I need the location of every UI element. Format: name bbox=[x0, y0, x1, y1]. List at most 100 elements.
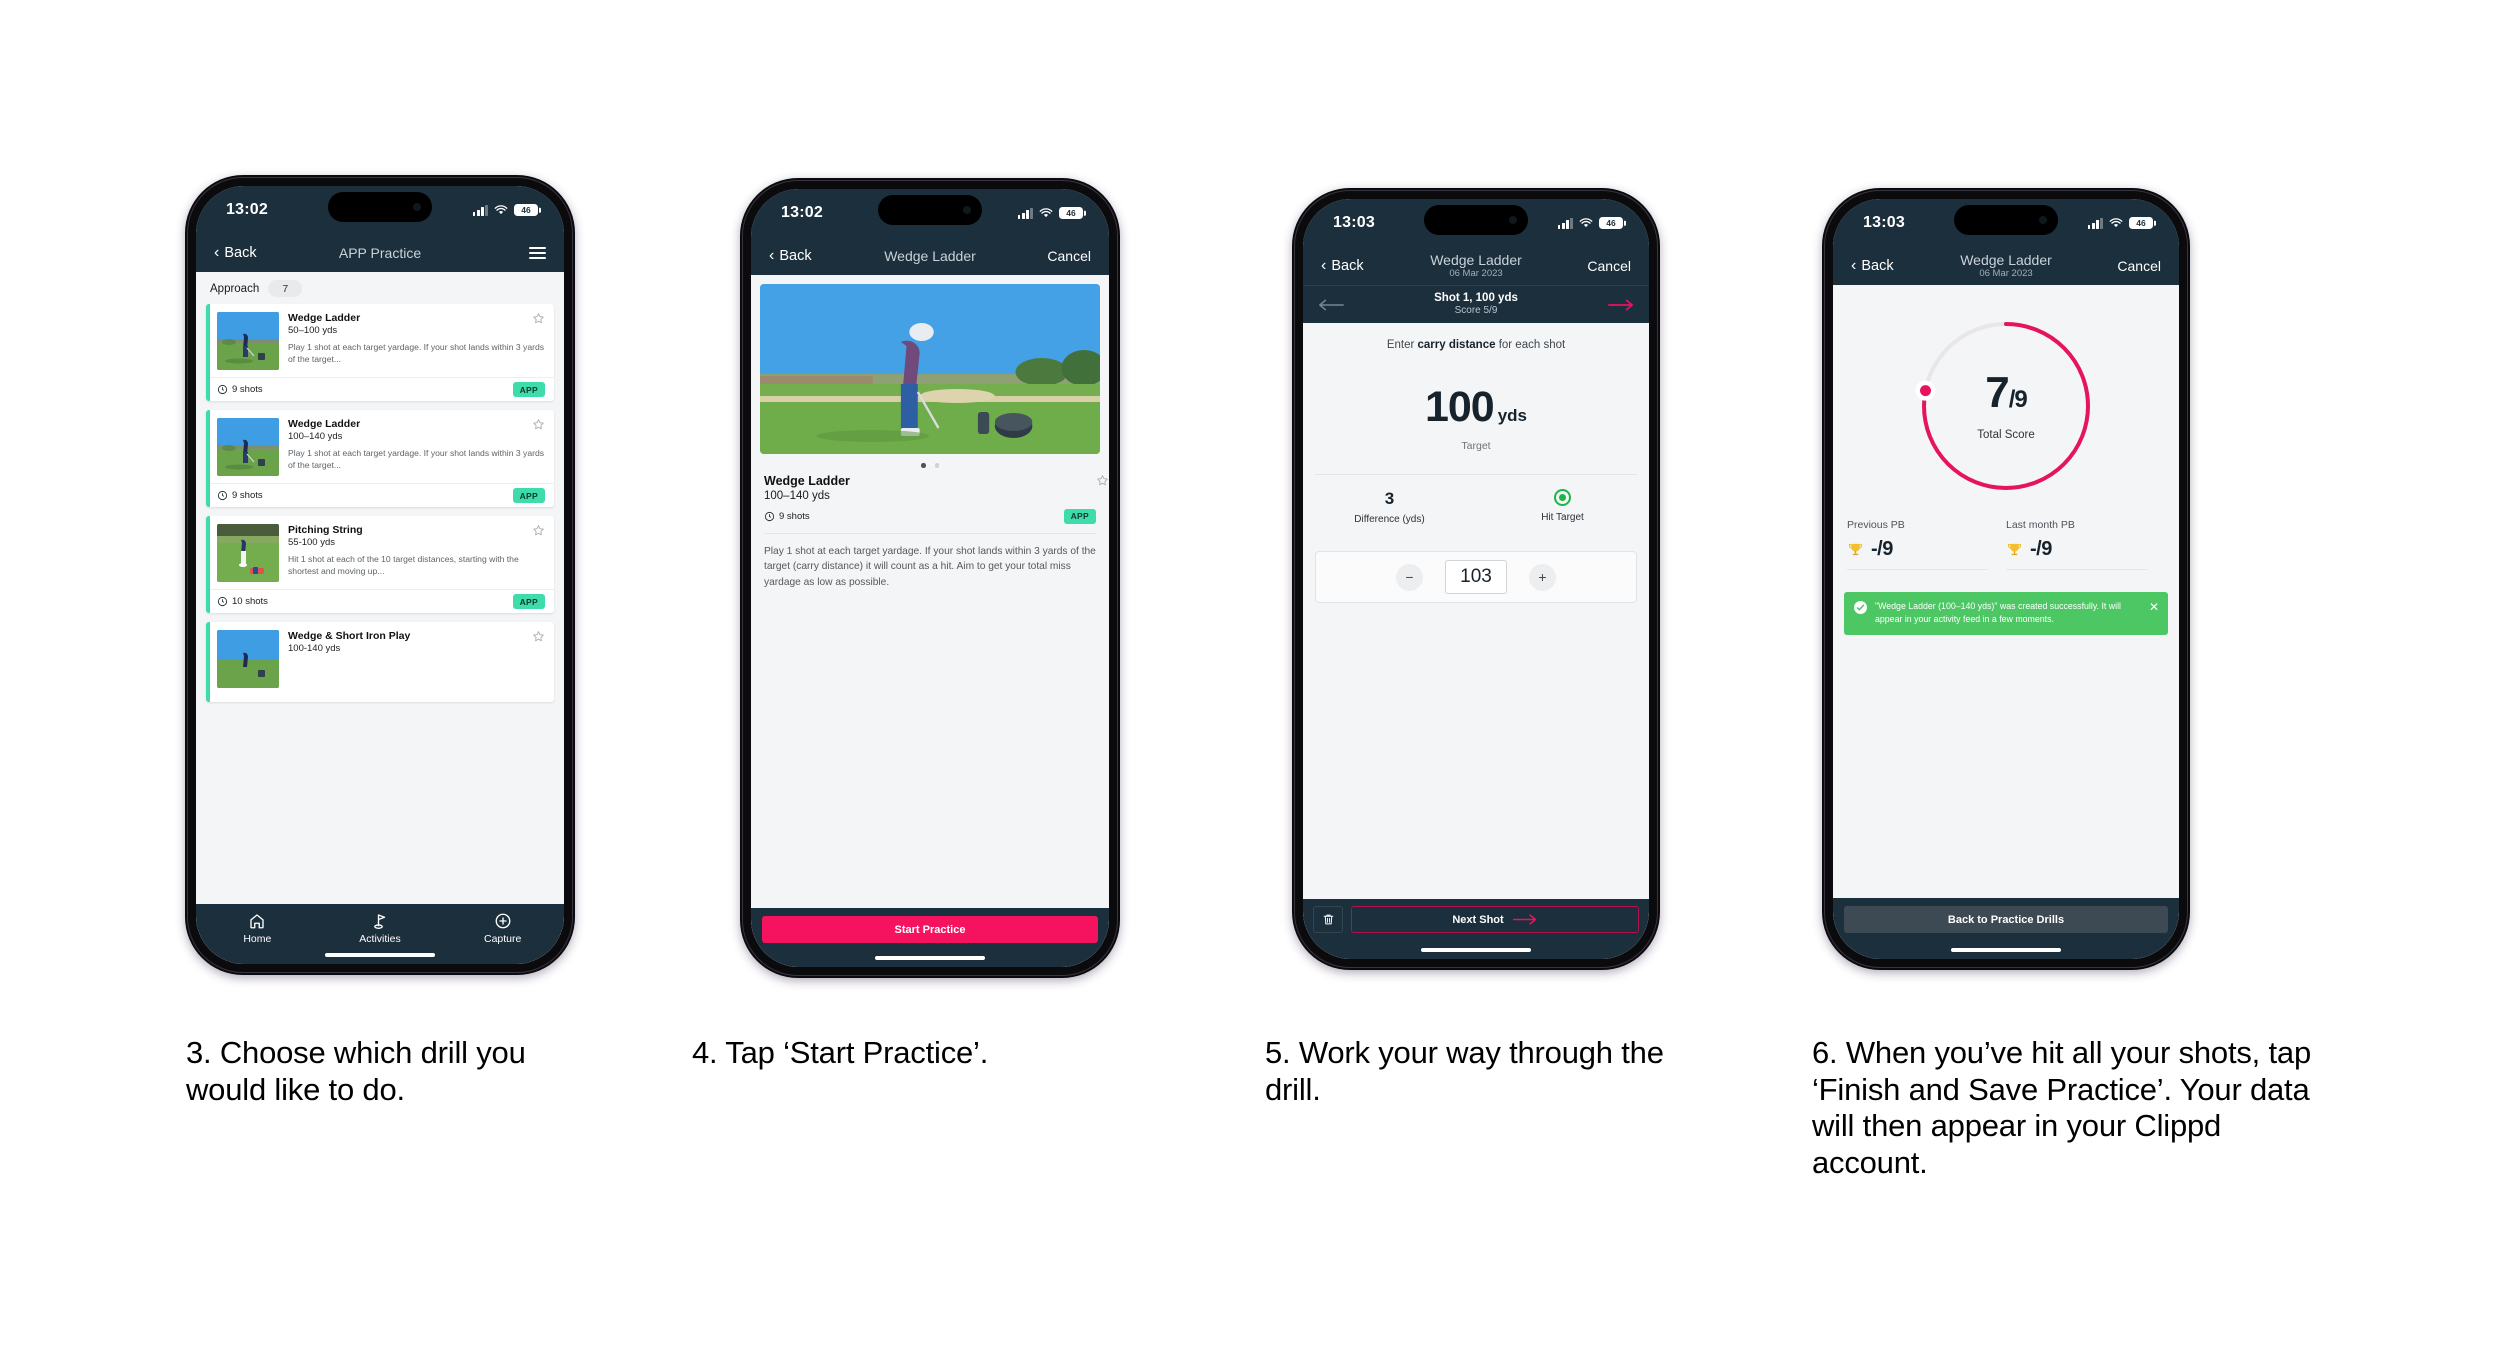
difference-value: 3 bbox=[1384, 489, 1395, 508]
result-footer: Back to Practice Drills bbox=[1833, 898, 2179, 933]
status-time: 13:03 bbox=[1863, 214, 1905, 231]
back-button[interactable]: ‹ Back bbox=[214, 244, 257, 262]
phone-3-screen: 13:03 46 ‹ Back Wedge Ladder 06 Mar 2023… bbox=[1303, 199, 1649, 959]
drill-hero-image[interactable] bbox=[760, 284, 1100, 454]
back-label: Back bbox=[1331, 258, 1364, 274]
home-indicator bbox=[325, 953, 435, 957]
caption-step-6: 6. When you’ve hit all your shots, tap ‘… bbox=[1812, 1035, 2311, 1180]
list-item[interactable]: Wedge & Short Iron Play 100-140 yds bbox=[206, 622, 554, 702]
carry-distance-stepper: − 103 + bbox=[1315, 551, 1637, 603]
caption-step-5: 5. Work your way through the drill. bbox=[1265, 1035, 1664, 1107]
session-date: 06 Mar 2023 bbox=[1979, 267, 2033, 279]
cellular-signal-icon bbox=[2087, 217, 2103, 229]
carry-distance-input[interactable]: 103 bbox=[1445, 560, 1507, 594]
tab-activities[interactable]: Activities bbox=[319, 912, 442, 945]
tab-label: Capture bbox=[484, 933, 522, 945]
nav-bar: ‹ Back APP Practice bbox=[196, 234, 564, 272]
status-bar: 13:02 46 bbox=[751, 189, 1109, 237]
status-bar: 13:03 46 bbox=[1833, 199, 2179, 247]
back-button[interactable]: ‹ Back bbox=[1321, 258, 1364, 275]
page-title: Wedge Ladder bbox=[884, 247, 976, 264]
next-shot-arrow-icon[interactable] bbox=[1607, 298, 1635, 312]
status-badge: APP bbox=[512, 594, 545, 609]
drill-range: 55-100 yds bbox=[288, 537, 336, 548]
previous-shot-arrow-icon[interactable] bbox=[1317, 298, 1345, 312]
session-title: Wedge Ladder bbox=[1960, 252, 2052, 269]
increment-button[interactable]: + bbox=[1529, 563, 1556, 591]
hit-target-stat: Hit Target bbox=[1476, 489, 1649, 525]
next-shot-label: Next Shot bbox=[1452, 913, 1504, 926]
drill-description: Hit 1 shot at each of the 10 target dist… bbox=[288, 554, 519, 577]
drill-list: Wedge Ladder 50–100 yds Play 1 shot at e… bbox=[196, 304, 564, 702]
target-value: 100 bbox=[1424, 383, 1495, 431]
drill-range: 100–140 yds bbox=[288, 431, 343, 442]
favorite-star-icon[interactable] bbox=[1096, 474, 1109, 487]
delete-shot-button[interactable] bbox=[1313, 906, 1343, 933]
close-icon[interactable]: ✕ bbox=[2149, 601, 2159, 613]
list-item[interactable]: Wedge Ladder 50–100 yds Play 1 shot at e… bbox=[206, 304, 554, 401]
tab-home[interactable]: Home bbox=[196, 912, 319, 945]
favorite-star-icon[interactable] bbox=[532, 524, 545, 537]
drill-title: Wedge Ladder bbox=[288, 418, 361, 430]
tab-capture[interactable]: Capture bbox=[441, 912, 564, 945]
pb-value-row: -/9 bbox=[1847, 538, 2006, 561]
next-shot-button[interactable]: Next Shot bbox=[1351, 906, 1639, 933]
filter-count-badge[interactable]: 7 bbox=[268, 280, 303, 297]
drill-description: Play 1 shot at each target yardage. If y… bbox=[764, 545, 1096, 589]
shot-title: Shot 1, 100 yds bbox=[1434, 291, 1518, 304]
tab-label: Home bbox=[243, 933, 272, 945]
wifi-icon bbox=[2109, 217, 2123, 229]
back-label: Back bbox=[779, 248, 812, 264]
back-button[interactable]: ‹ Back bbox=[1851, 258, 1894, 275]
battery-indicator: 46 bbox=[1059, 206, 1083, 220]
phone-3-body: Enter carry distance for each shot 100 yd… bbox=[1303, 323, 1649, 959]
battery-indicator: 46 bbox=[1599, 216, 1623, 230]
wifi-icon bbox=[494, 204, 508, 216]
favorite-star-icon[interactable] bbox=[532, 630, 545, 643]
session-date: 06 Mar 2023 bbox=[1449, 267, 1503, 279]
status-time: 13:02 bbox=[226, 201, 268, 218]
drill-header: Wedge Ladder 100–140 yds 9 shots APP bbox=[751, 474, 1109, 524]
phone-2-body: Wedge Ladder 100–140 yds 9 shots APP Pla… bbox=[751, 275, 1109, 967]
decrement-button[interactable]: − bbox=[1396, 563, 1423, 591]
carousel-dots[interactable] bbox=[751, 454, 1109, 474]
drill-title: Wedge Ladder bbox=[288, 312, 361, 324]
shot-stats: 3 Difference (yds) Hit Target bbox=[1303, 475, 1649, 525]
cancel-button[interactable]: Cancel bbox=[1587, 258, 1631, 274]
home-indicator bbox=[1951, 948, 2061, 952]
target-unit: yds bbox=[1497, 406, 1528, 425]
home-indicator bbox=[875, 956, 985, 960]
status-time: 13:03 bbox=[1333, 214, 1375, 231]
status-bar: 13:03 46 bbox=[1303, 199, 1649, 247]
back-button[interactable]: ‹ Back bbox=[769, 248, 812, 265]
status-time: 13:02 bbox=[781, 204, 823, 221]
dynamic-island bbox=[328, 192, 432, 222]
difference-stat: 3 Difference (yds) bbox=[1303, 489, 1476, 525]
arrow-right-icon bbox=[1512, 914, 1536, 925]
favorite-star-icon[interactable] bbox=[532, 312, 545, 325]
drill-thumbnail bbox=[217, 524, 279, 582]
back-to-practice-drills-button[interactable]: Back to Practice Drills bbox=[1844, 906, 2168, 933]
dynamic-island bbox=[878, 195, 982, 225]
drill-range: 100-140 yds bbox=[288, 643, 341, 654]
filter-label: Approach bbox=[210, 282, 260, 295]
difference-label: Difference (yds) bbox=[1354, 514, 1425, 525]
cancel-button[interactable]: Cancel bbox=[1047, 248, 1091, 264]
personal-bests: Previous PB -/9 Last month PB -/9 bbox=[1833, 497, 2179, 570]
phone-4-body: 7/9 Total Score Previous PB -/9 Last mon… bbox=[1833, 285, 2179, 959]
favorite-star-icon[interactable] bbox=[532, 418, 545, 431]
phone-4-screen: 13:03 46 ‹ Back Wedge Ladder 06 Mar 2023… bbox=[1833, 199, 2179, 959]
divider bbox=[2006, 569, 2147, 570]
menu-icon[interactable] bbox=[529, 247, 546, 259]
score-ring-container: 7/9 Total Score bbox=[1833, 285, 2179, 497]
list-item[interactable]: Pitching String 55-100 yds Hit 1 shot at… bbox=[206, 516, 554, 613]
cancel-button[interactable]: Cancel bbox=[2117, 258, 2161, 274]
shot-navigator: Shot 1, 100 yds Score 5/9 bbox=[1303, 285, 1649, 323]
divider bbox=[1847, 569, 1988, 570]
golf-flag-icon bbox=[374, 914, 386, 929]
start-practice-button[interactable]: Start Practice bbox=[762, 916, 1098, 943]
back-label: Back bbox=[224, 245, 257, 261]
list-item[interactable]: Wedge Ladder 100–140 yds Play 1 shot at … bbox=[206, 410, 554, 507]
total-score-label: Total Score bbox=[1977, 429, 2035, 441]
chevron-left-icon: ‹ bbox=[214, 244, 220, 261]
